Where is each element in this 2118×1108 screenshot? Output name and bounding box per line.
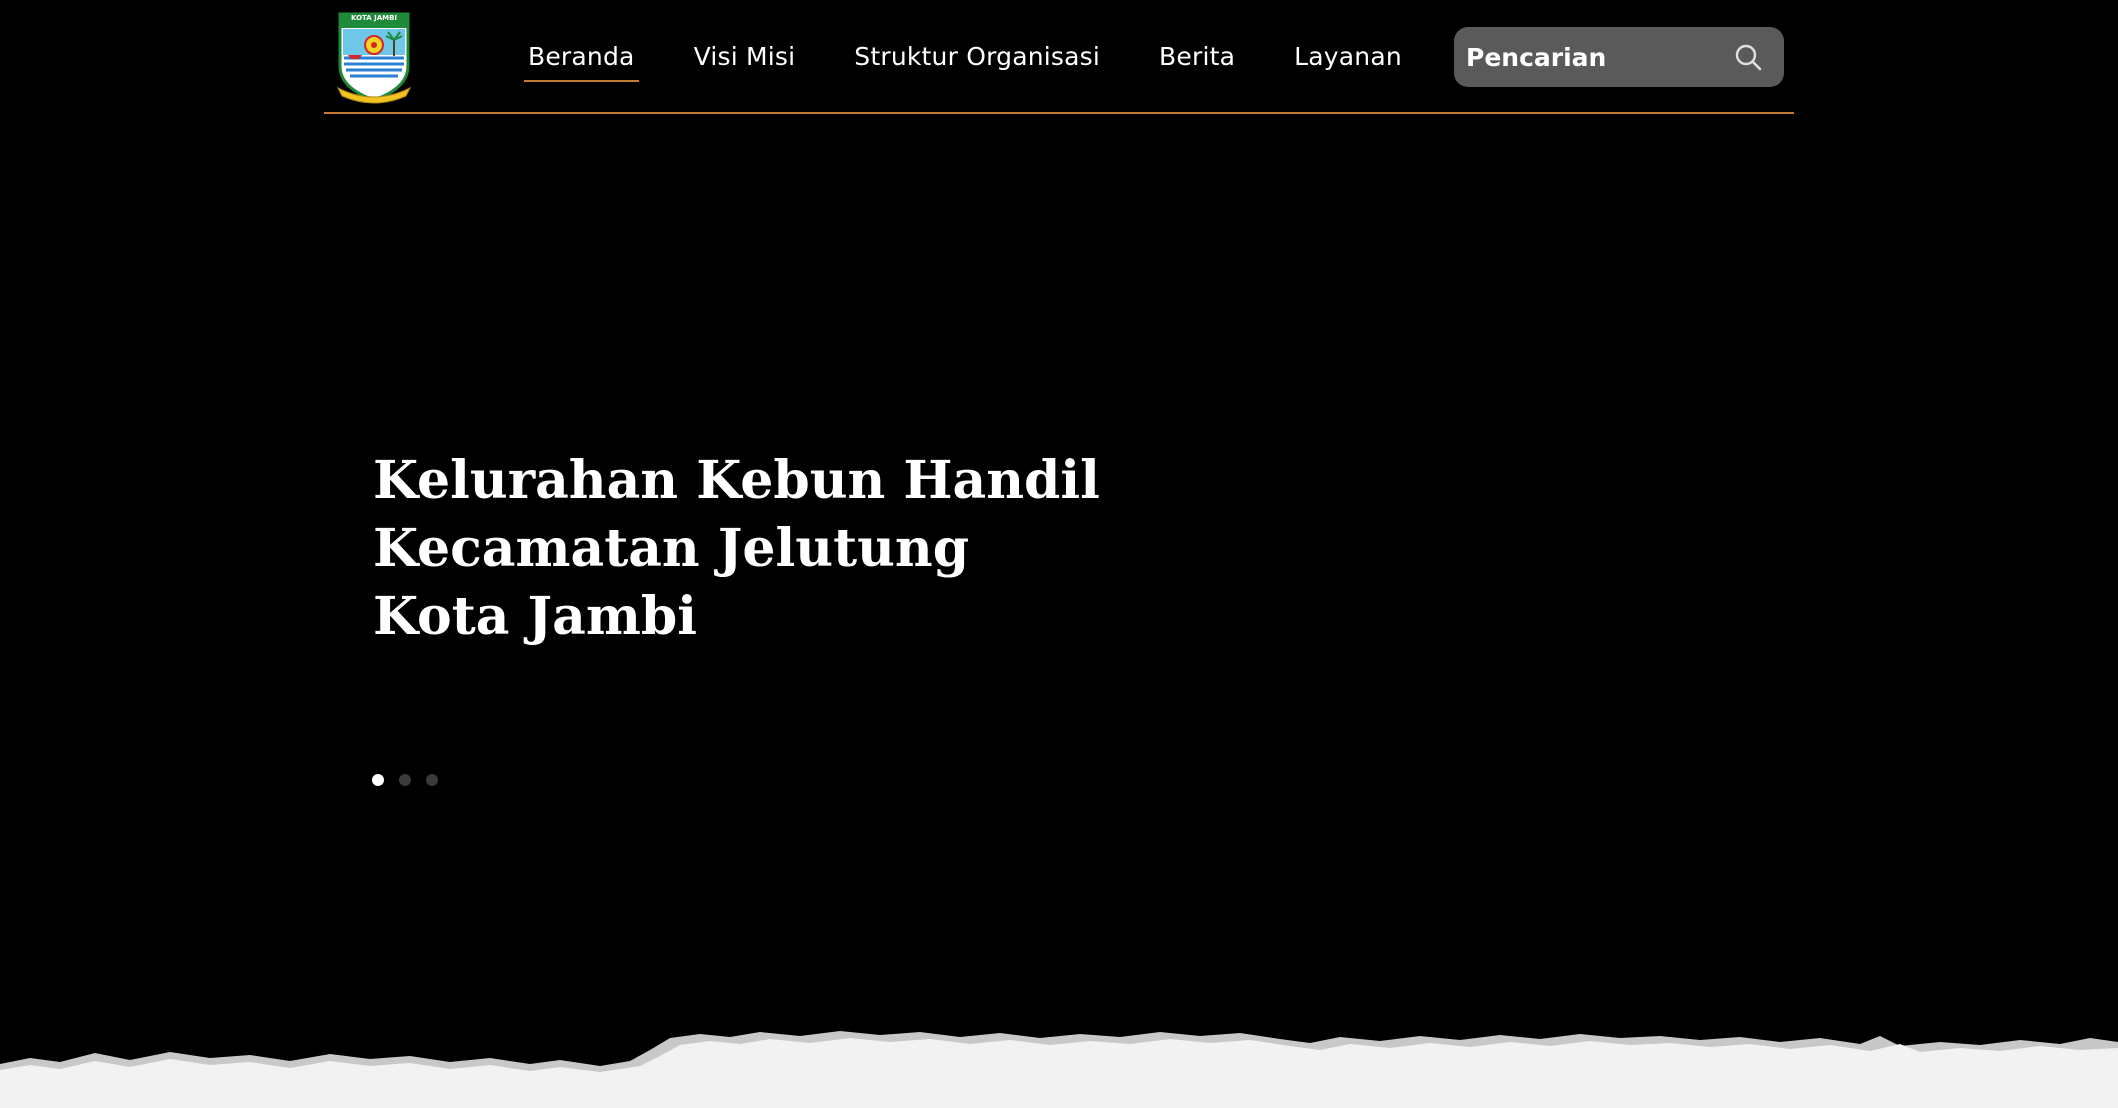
- search-input[interactable]: [1464, 41, 1734, 73]
- main-nav: Beranda Visi Misi Struktur Organisasi Be…: [524, 40, 1457, 82]
- carousel-dot-1[interactable]: [372, 774, 384, 786]
- nav-berita[interactable]: Berita: [1155, 40, 1239, 80]
- hero-title-line-1: Kelurahan Kebun Handil: [373, 450, 1100, 511]
- kota-jambi-logo[interactable]: [336, 10, 412, 104]
- carousel-dot-3[interactable]: [426, 774, 438, 786]
- nav-visi-misi[interactable]: Visi Misi: [690, 40, 800, 80]
- nav-layanan[interactable]: Layanan: [1290, 40, 1406, 80]
- carousel-dot-2[interactable]: [399, 774, 411, 786]
- search-icon[interactable]: [1734, 43, 1762, 71]
- carousel-indicators: [372, 774, 438, 786]
- hero-title-line-3: Kota Jambi: [373, 586, 697, 647]
- nav-struktur-organisasi[interactable]: Struktur Organisasi: [850, 40, 1104, 80]
- torn-paper-divider: [0, 1031, 2118, 1108]
- site-header: KOTA JAMBI Beranda Visi Misi Struktur Or…: [324, 0, 1794, 114]
- hero-title-line-2: Kecamatan Jelutung: [373, 518, 970, 579]
- search-box[interactable]: [1454, 27, 1784, 87]
- nav-beranda[interactable]: Beranda: [524, 40, 639, 82]
- hero-title: Kelurahan Kebun Handil Kecamatan Jelutun…: [373, 447, 1100, 651]
